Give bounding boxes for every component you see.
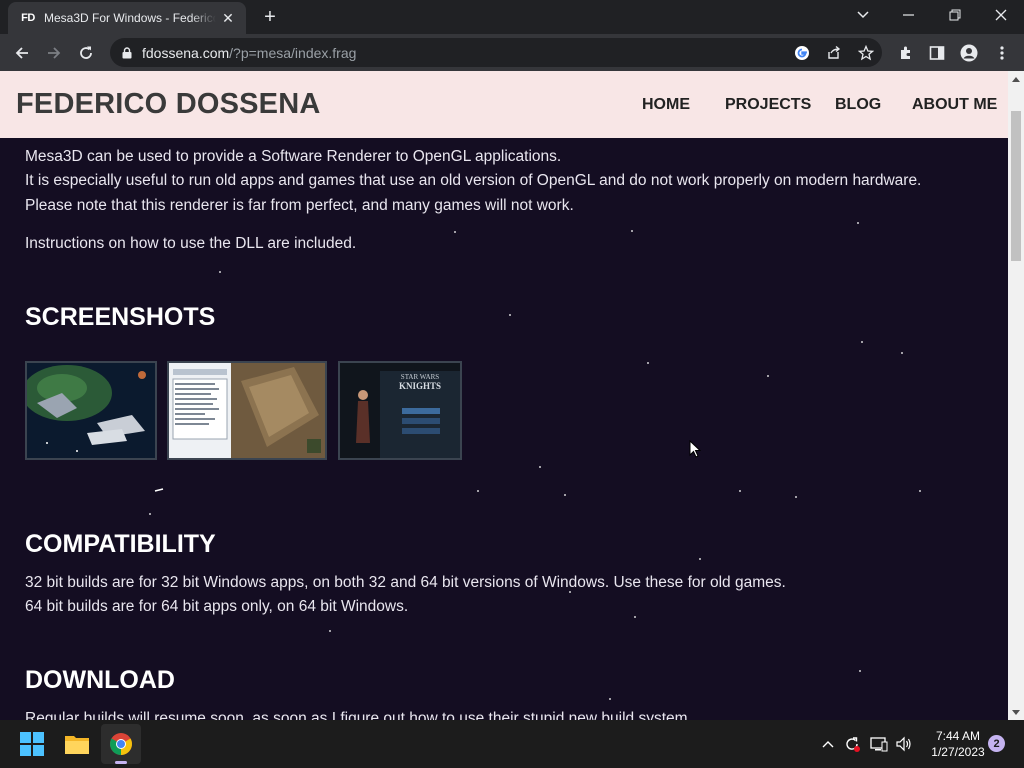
forward-button[interactable] — [40, 39, 68, 67]
intro-line: Mesa3D can be used to provide a Software… — [25, 148, 562, 165]
page-viewport: FEDERICO DOSSENA HOME PROJECTS BLOG ABOU… — [0, 71, 1008, 720]
active-app-indicator — [115, 761, 127, 764]
url-path: /?p=mesa/index.frag — [229, 44, 357, 61]
minimize-button[interactable] — [886, 0, 932, 30]
download-heading: DOWNLOAD — [25, 666, 175, 694]
url-domain: fdossena.com — [142, 44, 230, 61]
browser-tab-active[interactable]: FD Mesa3D For Windows - Federico Dossena… — [8, 2, 246, 34]
page-scrollbar[interactable] — [1008, 71, 1024, 720]
google-lens-icon[interactable] — [791, 42, 813, 64]
show-hidden-icons-button[interactable] — [817, 732, 839, 756]
screenshot-thumbnail-star-wars[interactable]: STAR WARS KNIGHTS — [338, 361, 462, 460]
minimize-icon — [903, 14, 914, 16]
scroll-up-arrow-icon[interactable] — [1008, 71, 1024, 87]
intro-line: Please note that this renderer is far fr… — [25, 197, 574, 214]
avatar-icon — [960, 44, 978, 62]
mouse-cursor-icon — [689, 440, 701, 458]
extensions-button[interactable] — [892, 39, 920, 67]
close-icon — [995, 9, 1007, 21]
screenshot-thumbnail-renderer[interactable] — [167, 361, 327, 460]
volume-icon[interactable] — [893, 732, 915, 756]
nav-projects[interactable]: PROJECTS — [725, 96, 811, 114]
site-header: FEDERICO DOSSENA HOME PROJECTS BLOG ABOU… — [0, 71, 1008, 138]
kebab-menu-icon — [1000, 46, 1004, 60]
scrollbar-thumb[interactable] — [1011, 111, 1021, 261]
taskbar-clock[interactable]: 7:44 AM 1/27/2023 — [918, 728, 998, 760]
close-window-button[interactable] — [978, 0, 1024, 30]
new-tab-button[interactable]: + — [258, 6, 282, 28]
tab-title: Mesa3D For Windows - Federico Dossena — [44, 11, 216, 25]
compatibility-line: 32 bit builds are for 32 bit Windows app… — [25, 574, 786, 591]
reload-icon — [80, 46, 92, 59]
back-button[interactable] — [8, 39, 36, 67]
browser-tab-strip: FD Mesa3D For Windows - Federico Dossena… — [0, 0, 1024, 34]
lock-icon[interactable] — [120, 46, 134, 60]
share-icon[interactable] — [823, 42, 845, 64]
chevron-up-icon — [822, 741, 834, 748]
notification-count-badge[interactable]: 2 — [988, 735, 1005, 752]
address-bar[interactable]: fdossena.com/?p=mesa/index.frag — [110, 38, 882, 67]
scroll-down-arrow-icon[interactable] — [1008, 704, 1024, 720]
compatibility-heading: COMPATIBILITY — [25, 530, 216, 558]
site-favicon-icon: FD — [21, 12, 35, 24]
folder-icon — [65, 736, 89, 754]
arrow-left-icon — [15, 47, 28, 59]
profile-button[interactable] — [955, 39, 983, 67]
bookmark-star-icon[interactable] — [855, 42, 877, 64]
taskbar-file-explorer[interactable] — [57, 724, 97, 764]
chrome-logo-icon — [110, 733, 132, 755]
instructions-text: Instructions on how to use the DLL are i… — [25, 235, 357, 252]
url-text[interactable]: fdossena.com/?p=mesa/index.frag — [142, 45, 356, 61]
tab-close-icon[interactable]: ✕ — [220, 10, 236, 27]
puzzle-icon — [901, 46, 910, 59]
thumbnail-logo-line2: KNIGHTS — [399, 381, 441, 391]
intro-line: It is especially useful to run old apps … — [25, 172, 922, 189]
windows-logo-icon — [20, 732, 44, 756]
sync-status-icon[interactable] — [841, 732, 863, 756]
clock-date: 1/27/2023 — [931, 745, 985, 759]
restore-icon — [949, 9, 961, 21]
nav-home[interactable]: HOME — [642, 96, 690, 114]
screenshot-thumbnail-space-game[interactable] — [25, 361, 157, 460]
compatibility-line: 64 bit builds are for 64 bit apps only, … — [25, 598, 409, 615]
tab-search-button[interactable] — [840, 0, 886, 30]
download-text: Regular builds will resume soon, as soon… — [25, 710, 692, 720]
chrome-menu-button[interactable] — [988, 39, 1016, 67]
side-panel-icon — [929, 46, 945, 60]
chevron-down-icon — [857, 11, 869, 19]
clock-time: 7:44 AM — [935, 729, 981, 743]
site-title[interactable]: FEDERICO DOSSENA — [16, 88, 321, 121]
arrow-right-icon — [48, 47, 61, 59]
nav-blog[interactable]: BLOG — [835, 96, 881, 114]
browser-toolbar: fdossena.com/?p=mesa/index.frag — [0, 34, 1024, 71]
restore-button[interactable] — [932, 0, 978, 30]
side-panel-button[interactable] — [923, 39, 951, 67]
start-button[interactable] — [12, 724, 52, 764]
windows-taskbar: 7:44 AM 1/27/2023 2 — [0, 720, 1024, 768]
screenshots-heading: SCREENSHOTS — [25, 303, 216, 331]
network-icon[interactable] — [868, 732, 890, 756]
nav-about-me[interactable]: ABOUT ME — [912, 96, 997, 114]
reload-button[interactable] — [72, 39, 100, 67]
thumbnail-logo-line1: STAR WARS — [401, 373, 440, 381]
taskbar-chrome[interactable] — [101, 724, 141, 764]
